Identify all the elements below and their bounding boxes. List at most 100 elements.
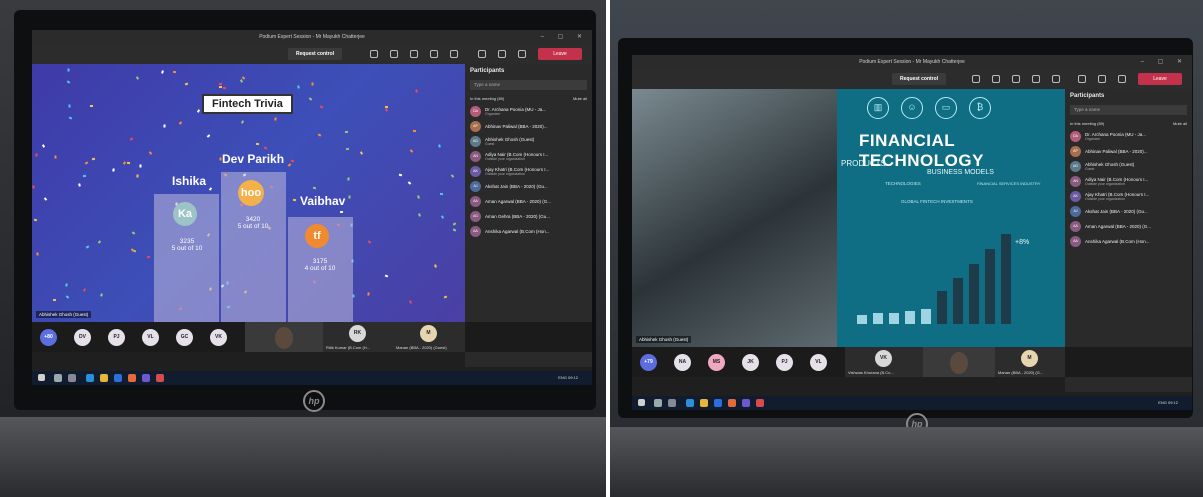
folder-icon[interactable]: [100, 374, 108, 382]
office-icon[interactable]: [728, 399, 736, 407]
video-tile-speaker[interactable]: [923, 347, 995, 377]
task-view-icon[interactable]: [68, 374, 76, 382]
start-icon[interactable]: [38, 374, 45, 381]
participant-avatar[interactable]: GC: [176, 329, 193, 346]
share-icon[interactable]: [972, 75, 980, 83]
share-tray-icon[interactable]: [518, 50, 526, 58]
share-icon[interactable]: [370, 50, 378, 58]
more-icon[interactable]: [450, 50, 458, 58]
teams-icon[interactable]: [742, 399, 750, 407]
video-tile-speaker[interactable]: [245, 322, 323, 352]
more-icon[interactable]: [1052, 75, 1060, 83]
slide-technologies: TECHNOLOGIES: [885, 181, 921, 186]
slide-products: PRODUCTS: [841, 159, 886, 168]
slide-growth-label: +8%: [1015, 239, 1030, 246]
participant-row[interactable]: AA Anshika Agarwal (B.Com (Hon...: [470, 226, 587, 237]
mic-icon[interactable]: [1098, 75, 1106, 83]
participant-row[interactable]: AJ Akshat Jain (BBA - 2020) (Gu...: [470, 181, 587, 192]
trivia-title: Fintech Trivia: [202, 94, 293, 114]
participant-avatar[interactable]: NA: [674, 354, 691, 371]
participant-row[interactable]: AK Ajay Khatri (B.Com (Honours I... Outsid…: [470, 166, 587, 177]
edge-icon[interactable]: [686, 399, 694, 407]
video-tile-m[interactable]: M Manan (BBA - 2020) (G...: [995, 347, 1065, 377]
participant-search-input[interactable]: Type a name: [1070, 105, 1187, 115]
teams-window: Podium Expert Session - Mr Mayukh Chatte…: [32, 30, 592, 385]
participant-row[interactable]: AP Abhinav Paliwal (BBA - 2020)...: [1070, 146, 1187, 157]
participant-search-input[interactable]: Type a name: [470, 80, 587, 90]
more-participants-badge[interactable]: +80: [40, 329, 57, 346]
participant-row[interactable]: DA Dr. Archana Poonia (MU - Ja... Organize…: [470, 106, 587, 117]
participant-row[interactable]: AN Adiya Nair (B.Com (Honours I... Outside…: [470, 151, 587, 162]
mute-all-button[interactable]: Mute all: [573, 96, 587, 101]
more-participants-badge[interactable]: +79: [640, 354, 657, 371]
leave-button[interactable]: Leave: [1138, 73, 1182, 85]
participant-name: Abhishek Ghosh (Guest) Guest: [485, 137, 587, 146]
share-tray-icon[interactable]: [1118, 75, 1126, 83]
start-icon[interactable]: [638, 399, 645, 406]
reactions-icon[interactable]: [992, 75, 1000, 83]
participant-row[interactable]: AN Adiya Nair (B.Com (Honours I... Outside…: [1070, 176, 1187, 187]
request-control-button[interactable]: Request control: [892, 73, 947, 85]
chrome-icon[interactable]: [756, 399, 764, 407]
participant-row[interactable]: AA Aman Agarwal (BBA - 2020) (G...: [1070, 221, 1187, 232]
mute-all-button[interactable]: Mute all: [1173, 121, 1187, 126]
participant-name: Dr. Archana Poonia (MU - Ja... Organizer: [485, 107, 587, 116]
video-tile-vk[interactable]: VK Vishwas Khurana (B.Co...: [845, 347, 923, 377]
office-icon[interactable]: [128, 374, 136, 382]
score-value: 3235: [179, 238, 195, 245]
chrome-icon[interactable]: [156, 374, 164, 382]
investment-bar: [921, 308, 931, 324]
search-icon[interactable]: [654, 399, 662, 407]
chat-icon[interactable]: [430, 50, 438, 58]
participant-row[interactable]: AK Ajay Khatri (B.Com (Honours I... Outsid…: [1070, 191, 1187, 202]
participant-name-text: Anshika Agarwal (B.Com (Hon...: [1085, 239, 1150, 244]
participant-row[interactable]: AA Anshika Agarwal (B.Com (Hon...: [1070, 236, 1187, 247]
edge-icon[interactable]: [86, 374, 94, 382]
store-icon[interactable]: [114, 374, 122, 382]
reactions-icon[interactable]: [390, 50, 398, 58]
video-tile-m[interactable]: M Manan (BBA - 2020) (Guest): [393, 322, 465, 352]
participant-row[interactable]: AG Abhishek Ghosh (Guest) Guest: [1070, 161, 1187, 172]
in-meeting-count: In this meeting (89): [470, 96, 505, 101]
participant-row[interactable]: AP Abhinav Paliwal (BBA - 2020)...: [470, 121, 587, 132]
folder-icon[interactable]: [700, 399, 708, 407]
participant-row[interactable]: AJ Akshat Jain (BBA - 2020) (Gu...: [1070, 206, 1187, 217]
confetti-piece: [339, 210, 343, 214]
participant-role: Outside your organization: [485, 157, 525, 161]
participant-avatar[interactable]: DV: [74, 329, 91, 346]
window-controls[interactable]: – ▢ ✕: [541, 30, 588, 44]
window-controls[interactable]: – ▢ ✕: [1141, 55, 1188, 69]
participant-avatar[interactable]: VL: [142, 329, 159, 346]
request-control-button[interactable]: Request control: [288, 48, 343, 60]
raise-hand-icon[interactable]: [1012, 75, 1020, 83]
participant-avatar[interactable]: PJ: [108, 329, 125, 346]
photo-collage: Podium Expert Session - Mr Mayukh Chatte…: [0, 0, 1203, 497]
mic-icon[interactable]: [498, 50, 506, 58]
participant-avatar[interactable]: JK: [742, 354, 759, 371]
participant-avatar[interactable]: MS: [708, 354, 725, 371]
camera-icon[interactable]: [1078, 75, 1086, 83]
participant-avatar[interactable]: VL: [810, 354, 827, 371]
participant-row[interactable]: AG Abhishek Ghosh (Guest) Guest: [470, 136, 587, 147]
search-icon[interactable]: [54, 374, 62, 382]
participant-row[interactable]: AG Aman Gehra (BBA - 2020) (Gu...: [470, 211, 587, 222]
participant-name: Abhishek Ghosh (Guest) Guest: [1085, 162, 1187, 171]
laptop-base: [610, 427, 1203, 497]
participant-role: Guest: [485, 142, 495, 146]
confetti-piece: [348, 195, 351, 199]
camera-icon[interactable]: [478, 50, 486, 58]
participant-row[interactable]: AA Aman Agarwal (BBA - 2020) (G...: [470, 196, 587, 207]
task-view-icon[interactable]: [668, 399, 676, 407]
store-icon[interactable]: [714, 399, 722, 407]
chat-icon[interactable]: [1032, 75, 1040, 83]
participant-role: Organizer: [1085, 137, 1101, 141]
slide-laptop-image: [632, 89, 837, 347]
participant-avatar[interactable]: PJ: [776, 354, 793, 371]
teams-icon[interactable]: [142, 374, 150, 382]
participant-row[interactable]: DA Dr. Archana Poonia (MU - Ja... Organize…: [1070, 131, 1187, 142]
raise-hand-icon[interactable]: [410, 50, 418, 58]
leave-button[interactable]: Leave: [538, 48, 582, 60]
participant-avatar[interactable]: VK: [210, 329, 227, 346]
video-strip: VK Vishwas Khurana (B.Co... M Manan (BBA…: [632, 347, 1192, 377]
video-tile-rk[interactable]: RK Ritik Kumar (B.Com (H...: [323, 322, 393, 352]
